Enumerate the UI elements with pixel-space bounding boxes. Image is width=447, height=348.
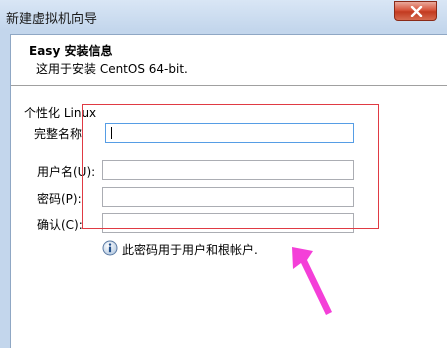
annotation-arrow-icon — [292, 247, 332, 315]
password-input[interactable] — [102, 187, 354, 207]
wizard-window: 新建虚拟机向导 Easy 安装信息 这用于安装 CentOS 64-bit. 个… — [0, 0, 447, 348]
info-message: 此密码用于用户和根帐户. — [122, 243, 258, 257]
confirm-label: 确认(C): — [37, 218, 83, 232]
personalize-group-label: 个性化 Linux — [24, 106, 97, 120]
password-label: 密码(P): — [37, 192, 82, 206]
page-title: Easy 安装信息 — [29, 44, 113, 58]
username-label: 用户名(U): — [37, 165, 96, 179]
close-button[interactable] — [394, 1, 437, 21]
close-icon — [410, 6, 423, 17]
info-icon — [102, 240, 118, 256]
wizard-content: Easy 安装信息 这用于安装 CentOS 64-bit. 个性化 Linux… — [10, 34, 447, 348]
window-title: 新建虚拟机向导 — [6, 12, 98, 27]
text-caret — [111, 127, 112, 139]
page-subtitle: 这用于安装 CentOS 64-bit. — [36, 62, 188, 76]
confirm-input[interactable] — [102, 213, 354, 233]
full-name-label: 完整名称 — [34, 127, 83, 141]
wizard-header: Easy 安装信息 这用于安装 CentOS 64-bit. — [11, 35, 447, 85]
username-input[interactable] — [102, 160, 354, 180]
full-name-input[interactable] — [105, 123, 354, 143]
header-divider — [11, 85, 447, 87]
title-bar[interactable]: 新建虚拟机向导 — [0, 0, 447, 30]
